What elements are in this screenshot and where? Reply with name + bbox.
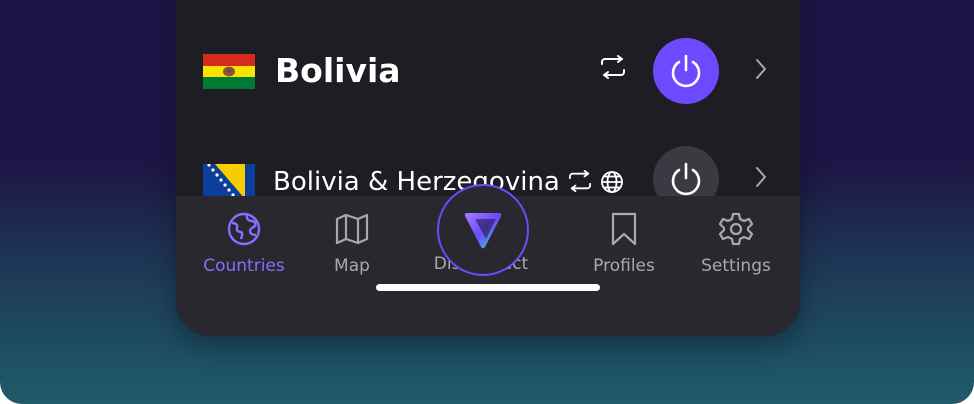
- bosnia-flag: [203, 164, 255, 199]
- tab-label: Profiles: [593, 256, 655, 276]
- chevron-right-icon[interactable]: [754, 57, 768, 85]
- bookmark-icon: [606, 211, 642, 251]
- country-row-bolivia[interactable]: Bolivia: [176, 30, 800, 110]
- secure-core-icon: [568, 170, 592, 196]
- tab-label: Settings: [701, 256, 771, 276]
- tab-countries[interactable]: Countries: [190, 196, 298, 296]
- quick-connect-button[interactable]: [437, 184, 529, 276]
- globe-icon: [600, 170, 624, 198]
- tab-label: Countries: [203, 256, 285, 276]
- tab-map[interactable]: Map: [312, 196, 392, 296]
- connect-power-button[interactable]: [653, 38, 719, 104]
- secure-core-icon: [600, 55, 626, 83]
- tab-profiles[interactable]: Profiles: [580, 196, 668, 296]
- chevron-right-icon[interactable]: [754, 165, 768, 193]
- home-indicator: [376, 284, 600, 291]
- power-icon: [671, 54, 701, 88]
- country-name: Bolivia: [275, 51, 401, 90]
- gear-icon: [718, 211, 754, 251]
- proton-vpn-logo: [464, 213, 502, 249]
- country-name: Bolivia & Herzegovina: [273, 167, 560, 197]
- bolivia-flag: [203, 54, 255, 89]
- map-icon: [334, 211, 370, 251]
- background-frame: Bolivia Bolivia & Herzegovina Countries …: [0, 0, 974, 404]
- tab-label: Map: [334, 256, 370, 276]
- globe-icon: [226, 211, 262, 251]
- phone-screen: Bolivia Bolivia & Herzegovina Countries …: [176, 0, 800, 336]
- power-icon: [671, 162, 701, 196]
- tab-settings[interactable]: Settings: [688, 196, 784, 296]
